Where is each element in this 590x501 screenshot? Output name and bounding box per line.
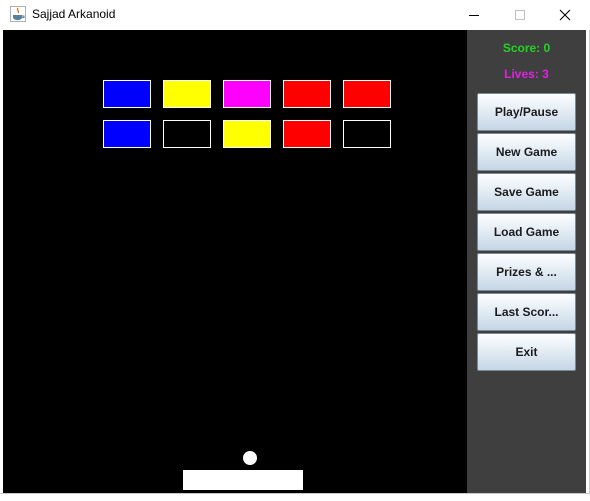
close-button[interactable] bbox=[542, 0, 588, 30]
brick bbox=[223, 80, 271, 108]
brick bbox=[223, 120, 271, 148]
ball bbox=[243, 451, 257, 465]
load-game-button[interactable]: Load Game bbox=[477, 213, 576, 251]
exit-button[interactable]: Exit bbox=[477, 333, 576, 371]
lives-label: Lives: 3 bbox=[504, 67, 549, 81]
java-cup-icon bbox=[10, 6, 26, 22]
close-icon bbox=[559, 9, 571, 21]
brick bbox=[163, 120, 211, 148]
new-game-button[interactable]: New Game bbox=[477, 133, 576, 171]
last-scores-button[interactable]: Last Scor... bbox=[477, 293, 576, 331]
sidebar: Score: 0 Lives: 3 Play/Pause New Game Save… bbox=[467, 30, 586, 493]
brick bbox=[283, 120, 331, 148]
title-bar[interactable]: Sajjad Arkanoid bbox=[0, 0, 590, 30]
brick bbox=[103, 80, 151, 108]
save-game-button[interactable]: Save Game bbox=[477, 173, 576, 211]
game-board[interactable] bbox=[3, 30, 467, 493]
brick bbox=[343, 120, 391, 148]
brick bbox=[163, 80, 211, 108]
app-window: Sajjad Arkanoid Score: 0 Lives: 3 Play/P… bbox=[0, 0, 590, 494]
brick bbox=[283, 80, 331, 108]
play-pause-button[interactable]: Play/Pause bbox=[477, 93, 576, 131]
maximize-icon bbox=[515, 10, 525, 20]
maximize-button[interactable] bbox=[497, 0, 543, 30]
minimize-icon bbox=[469, 15, 479, 16]
brick bbox=[343, 80, 391, 108]
prizes-button[interactable]: Prizes & ... bbox=[477, 253, 576, 291]
window-title: Sajjad Arkanoid bbox=[32, 7, 116, 21]
paddle[interactable] bbox=[183, 470, 303, 490]
score-label: Score: 0 bbox=[502, 41, 551, 55]
brick bbox=[103, 120, 151, 148]
minimize-button[interactable] bbox=[451, 0, 497, 30]
